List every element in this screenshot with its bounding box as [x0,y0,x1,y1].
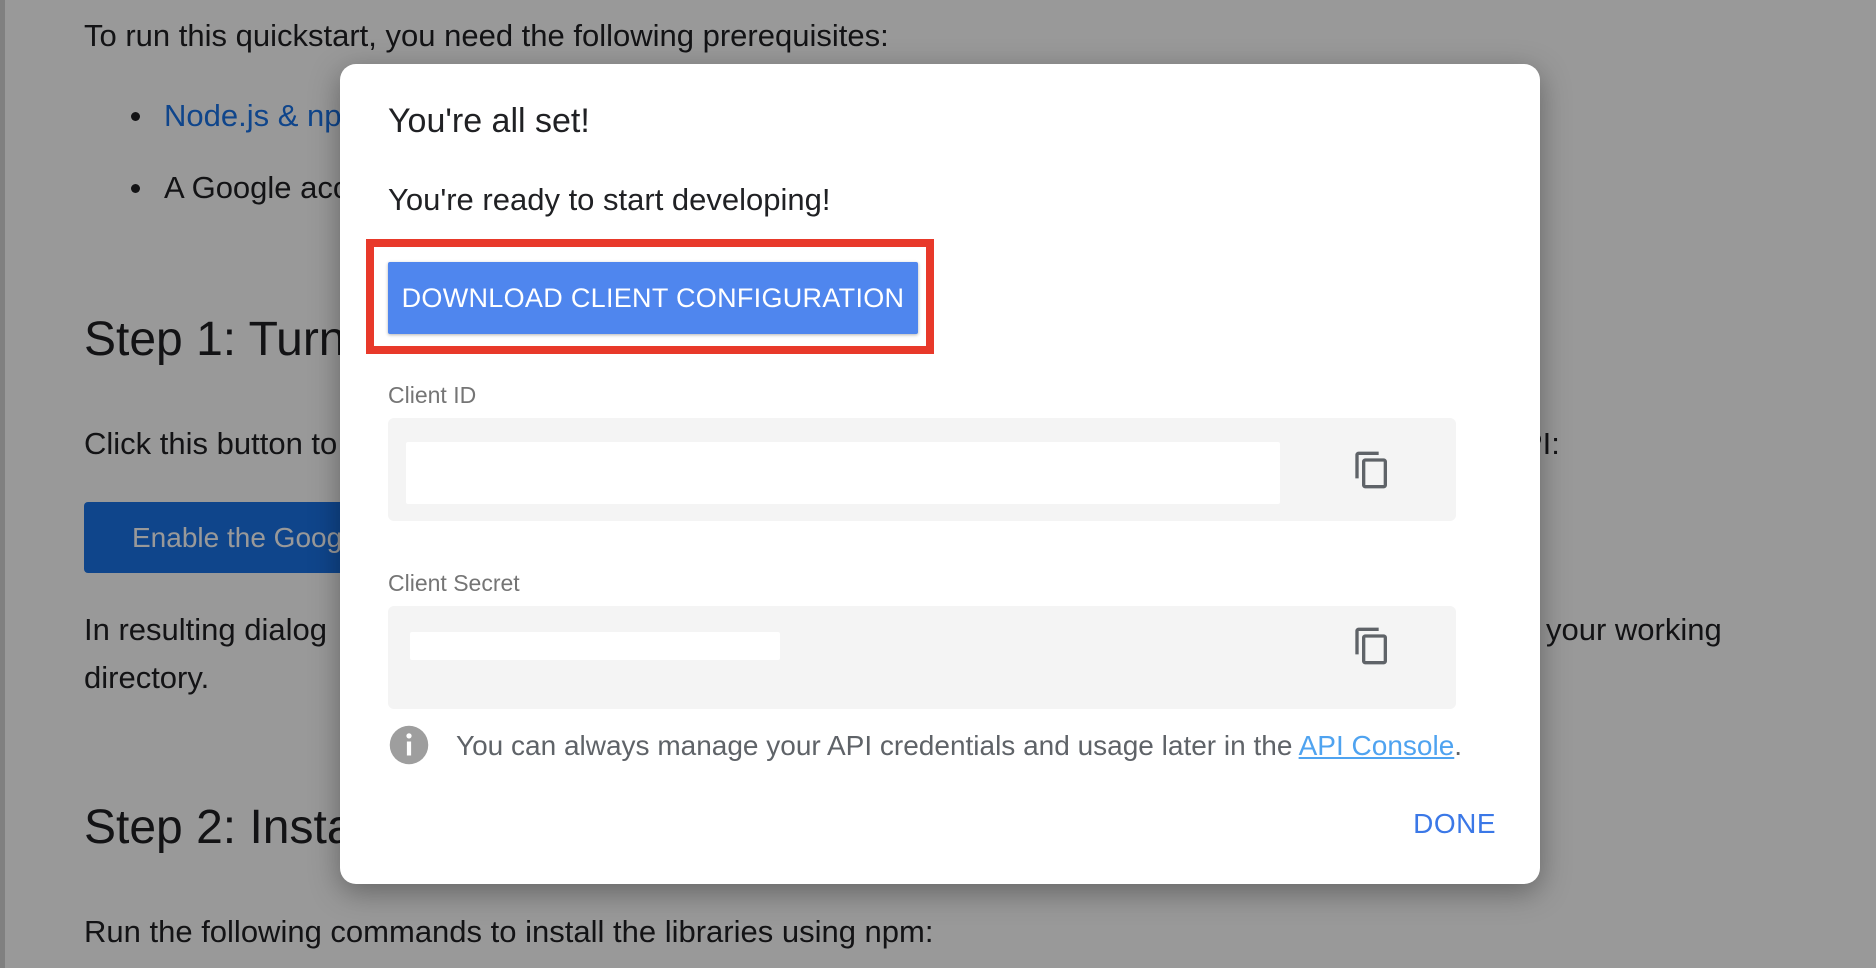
copy-icon[interactable] [1352,450,1392,490]
copy-icon[interactable] [1352,626,1392,666]
info-suffix: . [1454,730,1463,761]
download-client-configuration-button[interactable]: DOWNLOAD CLIENT CONFIGURATION [388,262,918,334]
info-message: You can always manage your API credentia… [456,730,1462,762]
dialog-subtitle: You're ready to start developing! [388,182,831,217]
info-icon [389,725,429,765]
client-secret-value[interactable] [410,632,780,660]
client-secret-field [388,606,1456,709]
dialog-title: You're all set! [388,102,590,140]
client-id-label: Client ID [388,382,477,408]
api-console-link[interactable]: API Console [1299,730,1455,761]
client-id-value[interactable] [406,442,1280,504]
info-text: You can always manage your API credentia… [456,730,1299,761]
setup-complete-dialog: You're all set! You're ready to start de… [340,64,1540,884]
client-id-field [388,418,1456,521]
info-row: You can always manage your API credentia… [388,724,1498,770]
client-secret-label: Client Secret [388,570,520,596]
done-button[interactable]: DONE [1413,808,1496,840]
